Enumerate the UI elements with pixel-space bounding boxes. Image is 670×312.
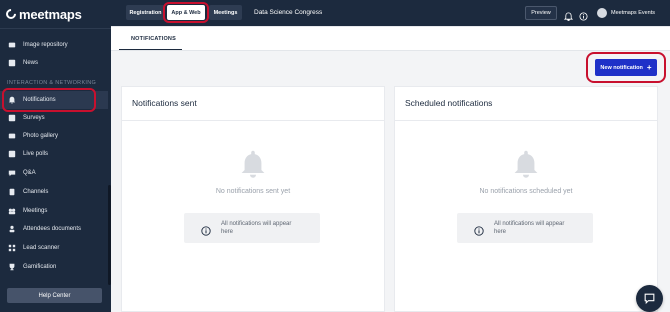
sidebar-item-meetings[interactable]: Meetings	[0, 202, 108, 220]
info-icon	[474, 223, 484, 236]
meetings-icon	[8, 207, 16, 215]
documents-icon	[8, 225, 16, 233]
channels-icon	[8, 188, 16, 196]
sidebar-item-attendees-documents[interactable]: Attendees documents	[0, 220, 108, 238]
highlight-new-notification-button	[586, 52, 666, 83]
chat-support-button[interactable]	[636, 285, 663, 312]
sidebar-item-label: Image repository	[23, 42, 68, 48]
sidebar-item-lead-scanner[interactable]: Lead scanner	[0, 239, 108, 257]
sidebar-item-label: Meetings	[23, 208, 48, 214]
empty-state-text: No notifications sent yet	[215, 188, 291, 195]
scanner-icon	[8, 244, 16, 252]
sidebar-item-image-repository[interactable]: Image repository	[0, 36, 108, 54]
sidebar-section-title: INTERACTION & NETWORKING	[7, 80, 97, 86]
preview-button[interactable]: Preview	[525, 6, 557, 20]
help-center-button[interactable]: Help Center	[7, 288, 102, 303]
survey-icon	[8, 114, 16, 122]
info-text: All notifications will appear here	[494, 221, 565, 235]
sidebar-item-qa[interactable]: Q&A	[0, 164, 108, 182]
sidebar-item-photo-gallery[interactable]: Photo gallery	[0, 127, 108, 145]
sidebar-item-live-polls[interactable]: Live polls	[0, 145, 108, 163]
highlight-notifications-item	[2, 88, 96, 112]
info-box: All notifications will appear here	[457, 213, 593, 243]
content-divider	[111, 50, 670, 51]
card-divider	[122, 120, 384, 121]
logo-icon	[3, 6, 19, 22]
sidebar-item-channels[interactable]: Channels	[0, 183, 108, 201]
tab-notifications[interactable]: NOTIFICATIONS	[131, 36, 176, 42]
poll-icon	[8, 150, 16, 158]
empty-state-text: No notifications scheduled yet	[479, 188, 573, 195]
chat-icon	[644, 293, 655, 305]
content-tab-bar	[111, 27, 670, 50]
news-icon	[8, 59, 16, 67]
sidebar-scrollbar[interactable]	[108, 185, 111, 285]
qa-icon	[8, 169, 16, 177]
notifications-bell-icon[interactable]	[563, 8, 574, 21]
avatar[interactable]	[597, 8, 607, 18]
card-title: Notifications sent	[132, 98, 197, 108]
sidebar-item-label: Attendees documents	[23, 226, 82, 232]
info-icon[interactable]	[579, 8, 588, 21]
brand-logo[interactable]: meetmaps	[3, 6, 82, 22]
sidebar-item-label: Q&A	[23, 170, 36, 176]
bell-icon	[238, 149, 268, 179]
tab-registration[interactable]: Registration	[126, 5, 165, 20]
scheduled-notifications-card: Scheduled notifications No notifications…	[394, 86, 658, 312]
sidebar-item-label: Photo gallery	[23, 133, 59, 139]
sidebar-item-news[interactable]: News	[0, 54, 108, 72]
sidebar-item-label: Surveys	[23, 115, 45, 121]
sidebar-item-label: Gamification	[23, 264, 57, 270]
sidebar-item-label: News	[23, 60, 39, 66]
sidebar-item-label: Channels	[23, 189, 49, 195]
sidebar-item-gamification[interactable]: Gamification	[0, 258, 108, 276]
info-text: All notifications will appear here	[221, 221, 292, 235]
sidebar-item-label: Lead scanner	[23, 245, 60, 251]
sidebar-item-label: Live polls	[23, 151, 49, 157]
photo-icon	[8, 132, 16, 140]
bell-icon	[511, 149, 541, 179]
sidebar-divider	[0, 28, 111, 29]
card-divider	[395, 120, 657, 121]
event-title: Data Science Congress	[254, 9, 323, 16]
tab-meetings[interactable]: Meetings	[209, 5, 242, 20]
image-repository-icon	[8, 41, 16, 49]
info-box: All notifications will appear here	[184, 213, 320, 243]
notifications-sent-card: Notifications sent No notifications sent…	[121, 86, 385, 312]
highlight-app-web-tab	[163, 2, 209, 23]
account-name[interactable]: Meetmaps Events	[611, 10, 655, 16]
info-icon	[201, 223, 211, 236]
trophy-icon	[8, 263, 16, 271]
card-title: Scheduled notifications	[405, 98, 493, 108]
brand-name: meetmaps	[19, 6, 82, 22]
